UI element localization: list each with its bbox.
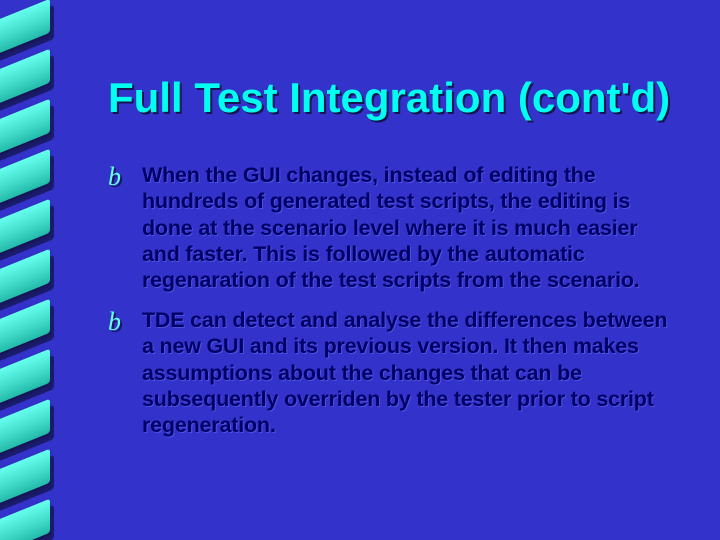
bullet-icon: b [108, 164, 128, 190]
list-item: b TDE can detect and analyse the differe… [108, 307, 676, 438]
bullet-text: TDE can detect and analyse the differenc… [142, 307, 676, 438]
list-item: b When the GUI changes, instead of editi… [108, 162, 676, 293]
bullet-text: When the GUI changes, instead of editing… [142, 162, 676, 293]
bullet-list: b When the GUI changes, instead of editi… [108, 162, 676, 438]
bullet-icon: b [108, 309, 128, 335]
slide: Full Test Integration (cont'd) b When th… [0, 0, 720, 540]
slide-title: Full Test Integration (cont'd) [108, 76, 676, 120]
